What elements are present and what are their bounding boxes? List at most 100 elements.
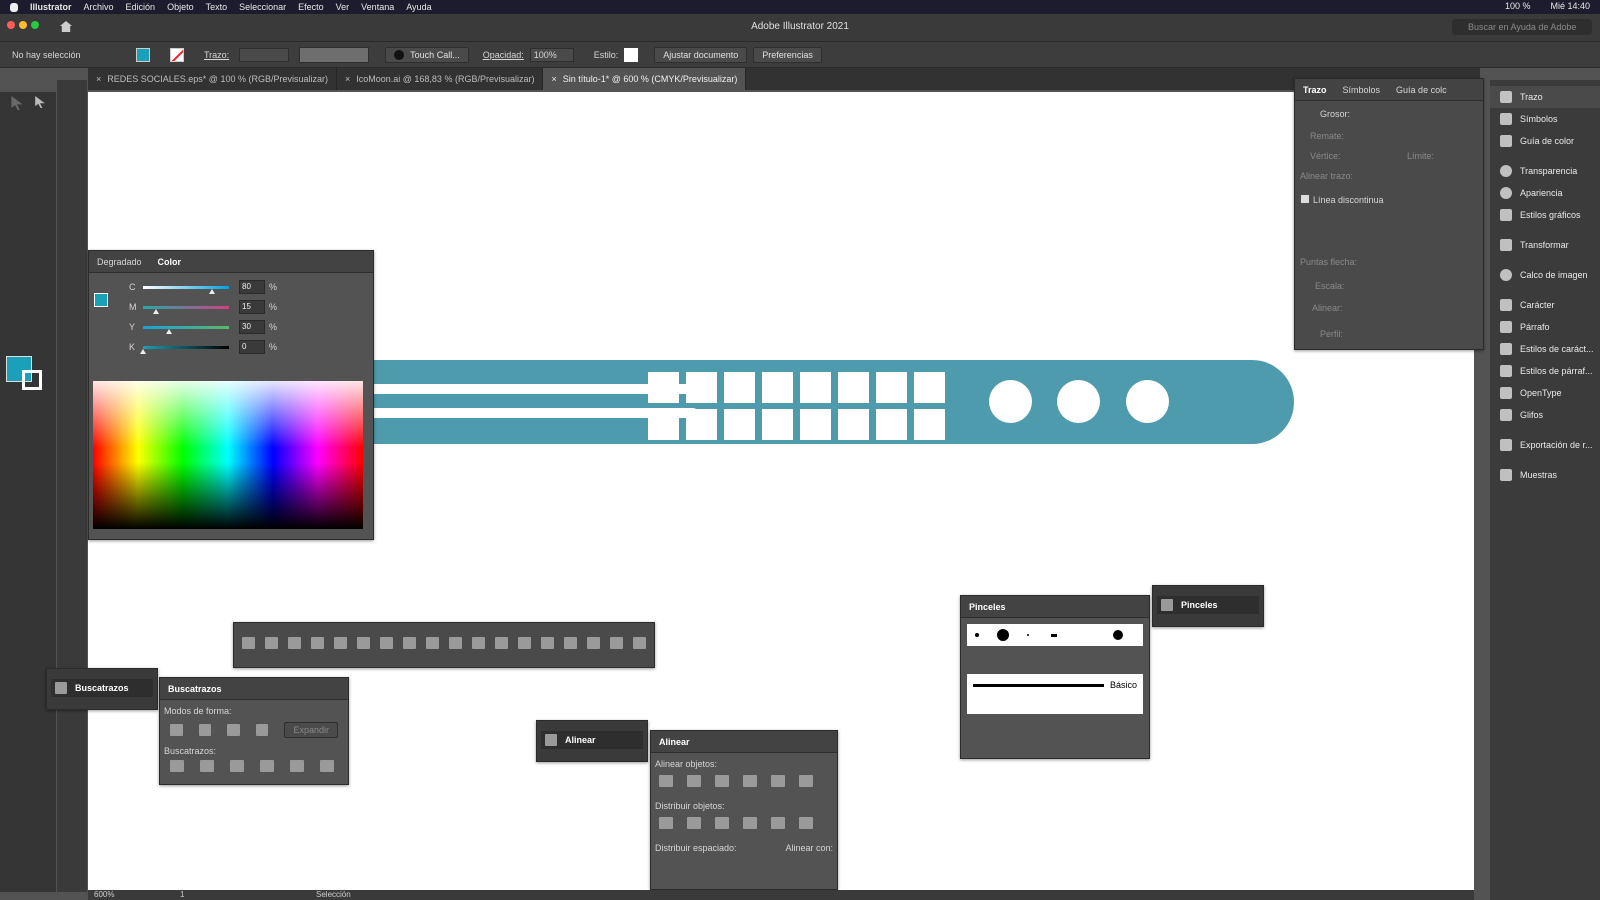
dock-caracter[interactable]: Carácter — [1490, 294, 1600, 316]
dock-guia-color[interactable]: Guía de color — [1490, 130, 1600, 152]
tab-simbolos[interactable]: Símbolos — [1335, 85, 1389, 95]
help-search-input[interactable]: Buscar en Ayuda de Adobe — [1452, 19, 1592, 35]
tab-sin-titulo[interactable]: × Sin título-1* @ 600 % (CMYK/Previsualiz… — [543, 68, 747, 90]
color-fill-swatch[interactable] — [94, 293, 108, 307]
dock-simbolos[interactable]: Símbolos — [1490, 108, 1600, 130]
tab-guia-color[interactable]: Guía de colc — [1388, 85, 1455, 95]
menu-ventana[interactable]: Ventana — [361, 2, 394, 12]
pen-tool-icon[interactable] — [541, 637, 554, 649]
brush-dot[interactable] — [1027, 634, 1029, 636]
minus-front-icon[interactable] — [198, 724, 212, 736]
align-vcenter-icon[interactable] — [771, 775, 785, 787]
brush-rough-row[interactable] — [967, 696, 1143, 714]
warp-tool-icon[interactable] — [403, 637, 416, 649]
menu-efecto[interactable]: Efecto — [298, 2, 324, 12]
align-bottom-icon[interactable] — [799, 775, 813, 787]
fill-swatch[interactable] — [136, 47, 150, 62]
y-slider[interactable] — [143, 325, 229, 334]
align-top-icon[interactable] — [743, 775, 757, 787]
direct-selection-tool-icon[interactable] — [35, 96, 45, 108]
dock-trazo[interactable]: Trazo — [1490, 86, 1600, 108]
tab-degradado[interactable]: Degradado — [89, 257, 150, 267]
scissors-tool-icon[interactable] — [633, 637, 646, 649]
stroke-weight-field[interactable] — [239, 47, 290, 62]
menu-edicion[interactable]: Edición — [126, 2, 156, 12]
dock-transparencia[interactable]: Transparencia — [1490, 160, 1600, 182]
m-field[interactable]: 15 — [239, 300, 265, 314]
apple-icon[interactable] — [10, 2, 18, 12]
c-field[interactable]: 80 — [239, 280, 265, 294]
tab-icomoon[interactable]: × IcoMoon.ai @ 168,83 % (RGB/Previsualiza… — [337, 68, 544, 90]
dock-calco-imagen[interactable]: Calco de imagen — [1490, 264, 1600, 286]
brush-dot[interactable] — [997, 629, 1009, 641]
shear-tool-icon[interactable] — [311, 637, 324, 649]
c-slider-thumb[interactable] — [208, 288, 215, 294]
led-circle[interactable] — [1057, 380, 1100, 423]
dock-transformar[interactable]: Transformar — [1490, 234, 1600, 256]
tab-close-icon[interactable]: × — [551, 74, 556, 84]
menu-ver[interactable]: Ver — [336, 2, 350, 12]
brushes-mini-item[interactable]: Pinceles — [1157, 596, 1259, 614]
align-mini-item[interactable]: Alinear — [541, 731, 643, 749]
wrinkle-icon[interactable] — [518, 637, 531, 649]
crop-icon[interactable] — [260, 760, 274, 772]
twirl-tool-icon[interactable] — [426, 637, 439, 649]
dist-vcenter-icon[interactable] — [687, 817, 701, 829]
bloat-tool-icon[interactable] — [472, 637, 485, 649]
variable-width-profile[interactable] — [299, 46, 370, 63]
dock-exportacion[interactable]: Exportación de r... — [1490, 434, 1600, 456]
m-slider[interactable] — [143, 305, 229, 314]
brush-dot[interactable] — [1051, 633, 1057, 637]
stroke-swatch[interactable] — [170, 47, 184, 62]
close-window-button[interactable] — [7, 21, 15, 29]
stroke-color-icon[interactable] — [22, 370, 42, 390]
k-slider-thumb[interactable] — [140, 348, 146, 354]
exclude-icon[interactable] — [255, 724, 269, 736]
dock-apariencia[interactable]: Apariencia — [1490, 182, 1600, 204]
intersect-icon[interactable] — [227, 724, 240, 736]
led-circle[interactable] — [989, 380, 1032, 423]
brush-dot[interactable] — [1113, 630, 1123, 640]
brush-basic-row[interactable]: Básico — [967, 674, 1143, 696]
eraser-tool-icon[interactable] — [610, 637, 623, 649]
dock-parrafo[interactable]: Párrafo — [1490, 316, 1600, 338]
menu-objeto[interactable]: Objeto — [167, 2, 194, 12]
align-left-icon[interactable] — [659, 775, 673, 787]
dock-muestras[interactable]: Muestras — [1490, 464, 1600, 486]
color-spectrum[interactable] — [93, 381, 363, 529]
brush-dot[interactable] — [975, 633, 979, 637]
divide-icon[interactable] — [170, 760, 184, 772]
opacity-field[interactable]: 100% — [529, 47, 574, 62]
reflect-tool-icon[interactable] — [288, 637, 301, 649]
trim-icon[interactable] — [200, 760, 214, 772]
c-slider[interactable] — [143, 285, 229, 294]
dock-estilos-parrafo[interactable]: Estilos de párraf... — [1490, 360, 1600, 382]
y-slider-thumb[interactable] — [165, 328, 172, 334]
rotate-tool-icon[interactable] — [242, 637, 255, 649]
minimize-window-button[interactable] — [19, 21, 27, 29]
dist-bottom-icon[interactable] — [715, 817, 729, 829]
menu-seleccionar[interactable]: Seleccionar — [239, 2, 286, 12]
puppet-warp-icon[interactable] — [357, 637, 370, 649]
menu-archivo[interactable]: Archivo — [84, 2, 114, 12]
menu-app[interactable]: Illustrator — [30, 2, 72, 12]
adjust-document-button[interactable]: Ajustar documento — [654, 46, 748, 63]
zoom-level[interactable]: 600% — [94, 890, 114, 899]
dock-glifos[interactable]: Glifos — [1490, 404, 1600, 426]
port-grid[interactable] — [648, 372, 958, 442]
pucker-tool-icon[interactable] — [449, 637, 462, 649]
expand-button[interactable]: Expandir — [284, 722, 338, 738]
artboard-number[interactable]: 1 — [180, 890, 184, 899]
k-field[interactable]: 0 — [239, 340, 265, 354]
menu-ayuda[interactable]: Ayuda — [406, 2, 431, 12]
menu-texto[interactable]: Texto — [206, 2, 228, 12]
dock-estilos-graficos[interactable]: Estilos gráficos — [1490, 204, 1600, 226]
free-transform-icon[interactable] — [334, 637, 347, 649]
dist-top-icon[interactable] — [659, 817, 673, 829]
style-swatch[interactable] — [624, 47, 639, 62]
unite-icon[interactable] — [170, 724, 183, 736]
width-tool-icon[interactable] — [380, 637, 393, 649]
y-field[interactable]: 30 — [239, 320, 265, 334]
dist-right-icon[interactable] — [799, 817, 813, 829]
tab-close-icon[interactable]: × — [345, 74, 350, 84]
